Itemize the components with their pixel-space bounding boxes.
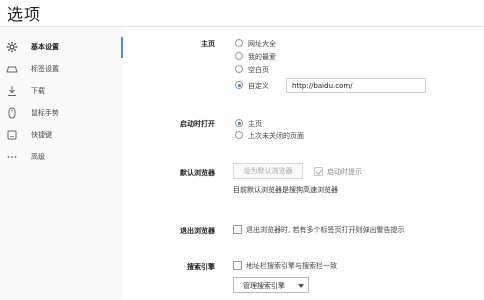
download-icon [6,85,18,97]
page-title: 选项 [7,5,42,24]
sidebar-item-label: 下载 [31,87,45,95]
sidebar-item-mouse-gestures[interactable]: 鼠标手势 [0,103,121,123]
radio-button[interactable] [235,131,243,139]
exit-warning-checkbox[interactable] [233,225,242,234]
default-browser-section-label: 默认浏览器 [180,169,215,177]
tab-icon [6,63,18,75]
manage-search-engines-button[interactable]: 管理搜索引擎 [233,277,309,293]
chevron-down-icon [298,284,304,288]
search-engine-section-label: 搜索引擎 [187,263,215,271]
homepage-url-input[interactable] [286,78,426,93]
checkbox-label: 启动时提示 [327,168,362,176]
title-bar: 选项 [0,0,484,27]
mouse-icon [6,107,18,119]
sidebar-item-basic-settings[interactable]: 基本设置 [0,37,121,57]
sidebar-item-label: 标签设置 [31,65,59,73]
gear-icon [6,41,18,53]
sidebar-item-download[interactable]: 下载 [0,81,121,101]
startup-section-label: 启动时打开 [180,120,215,128]
option-label: 上次未关闭的页面 [248,132,304,140]
sidebar-item-shortcuts[interactable]: 快捷键 [0,125,121,145]
sidebar: 基本设置 标签设置 下载 鼠标手势 快捷键 高级 [0,27,123,300]
checkbox-label: 地址栏搜索引擎与搜索栏一致 [246,262,337,270]
radio-button-selected[interactable] [235,119,243,127]
search-engine-sync-checkbox[interactable] [233,261,242,270]
option-label: 我的最爱 [248,53,276,61]
startup-prompt-checkbox[interactable] [314,167,323,176]
default-browser-status: 目前默认浏览器是搜狗高速浏览器 [233,186,338,194]
set-default-browser-button[interactable]: 设为默认浏览器 [233,163,303,179]
checkbox-label: 退出浏览器时, 若有多个标签页打开则弹出警告提示 [246,226,405,234]
sidebar-item-label: 高级 [31,153,45,161]
radio-button-selected[interactable] [235,81,243,89]
sidebar-item-advanced[interactable]: 高级 [0,147,121,167]
keyboard-icon [6,129,18,141]
radio-button[interactable] [235,52,243,60]
sidebar-item-tab-settings[interactable]: 标签设置 [0,59,121,79]
button-label: 管理搜索引擎 [243,282,285,290]
sidebar-item-label: 基本设置 [31,43,59,51]
option-label: 网址大全 [248,40,276,48]
radio-button[interactable] [235,39,243,47]
settings-panel: 主页 网址大全 我的最爱 空白页 自定义 启动时打开 主页 上次未关闭的页面 默… [123,27,484,300]
sidebar-item-label: 鼠标手势 [31,109,59,117]
option-label: 空白页 [248,66,269,74]
exit-browser-section-label: 退出浏览器 [180,227,215,235]
homepage-section-label: 主页 [201,40,215,48]
option-label: 自定义 [248,82,269,90]
option-label: 主页 [248,120,262,128]
radio-button[interactable] [235,65,243,73]
sidebar-item-label: 快捷键 [31,131,52,139]
more-dots-icon [6,151,18,163]
